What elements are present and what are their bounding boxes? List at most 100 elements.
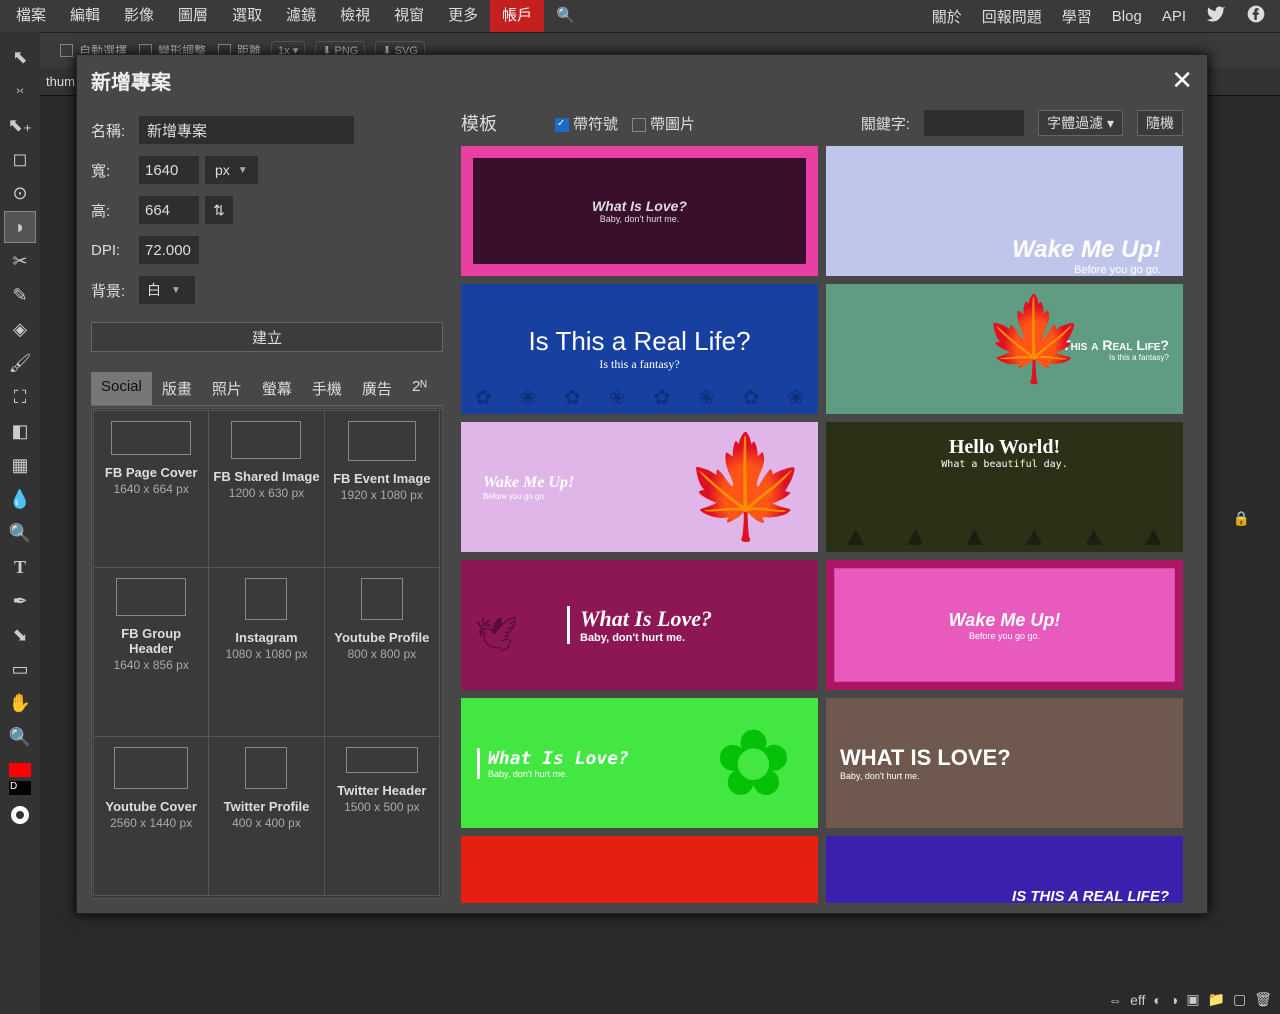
new-layer-icon[interactable]: ▢ <box>1233 991 1246 1008</box>
menu-image[interactable]: 影像 <box>112 0 166 32</box>
dpi-input[interactable] <box>139 236 199 264</box>
zoom-tool[interactable]: 🔍 <box>5 722 35 752</box>
twitter-icon[interactable] <box>1196 4 1236 28</box>
quick-select-tool[interactable]: ◗ <box>5 212 35 242</box>
template-item[interactable]: What Is Love?Baby, don't hurt me. <box>461 146 818 276</box>
template-item[interactable]: Wake Me Up!Before you go go. <box>826 146 1183 276</box>
hand-tool[interactable]: ✋ <box>5 688 35 718</box>
template-item[interactable]: What Is Love?Baby, don't hurt me. <box>826 698 1183 828</box>
template-item[interactable]: Hello World!What a beautiful day.▲▲▲▲▲▲ <box>826 422 1183 552</box>
preset-dimensions: 1080 x 1080 px <box>213 647 319 661</box>
pen-tool[interactable]: ✒ <box>5 586 35 616</box>
preset-name: Twitter Profile <box>213 799 319 814</box>
width-input[interactable] <box>139 156 199 184</box>
expand-tool[interactable]: ›‹ <box>5 76 35 106</box>
menu-api[interactable]: API <box>1152 8 1196 25</box>
background-select[interactable]: 白▼ <box>139 276 195 304</box>
cat-screen[interactable]: 螢幕 <box>252 372 302 405</box>
size-preset[interactable]: Youtube Cover 2560 x 1440 px <box>93 736 209 896</box>
size-preset[interactable]: FB Event Image 1920 x 1080 px <box>324 410 440 568</box>
size-preset[interactable]: Twitter Profile 400 x 400 px <box>208 736 324 896</box>
cat-social[interactable]: Social <box>91 372 152 405</box>
move-tool[interactable]: ⬉ <box>5 42 35 72</box>
marquee-tool[interactable]: ◻ <box>5 144 35 174</box>
brush-tool[interactable]: 🖌 <box>5 348 35 378</box>
adjustment-icon[interactable]: ◑ <box>1170 992 1178 1008</box>
unit-select[interactable]: px▼ <box>205 156 258 184</box>
menu-edit[interactable]: 編輯 <box>58 0 112 32</box>
menu-view[interactable]: 檢視 <box>328 0 382 32</box>
create-button[interactable]: 建立 <box>91 322 443 352</box>
dpi-label: DPI: <box>91 242 139 259</box>
random-button[interactable]: 隨機 <box>1137 110 1183 136</box>
patch-tool[interactable]: ◈ <box>5 314 35 344</box>
menu-select[interactable]: 選取 <box>220 0 274 32</box>
menu-file[interactable]: 檔案 <box>4 0 58 32</box>
name-input[interactable] <box>139 116 354 144</box>
facebook-icon[interactable] <box>1236 4 1276 28</box>
template-item[interactable]: 🌿Is This a Real Life?Is this a fantasy? <box>826 836 1183 903</box>
template-item[interactable]: What Is Love?Baby, don't hurt me. <box>461 836 818 903</box>
swap-dimensions-button[interactable]: ⇅ <box>205 196 233 224</box>
auto-select-checkbox[interactable] <box>60 44 73 57</box>
menu-layer[interactable]: 圖層 <box>166 0 220 32</box>
template-item[interactable]: 🕊What Is Love?Baby, don't hurt me. <box>461 560 818 690</box>
foreground-color[interactable] <box>8 762 32 778</box>
color-swatches[interactable]: D <box>8 762 32 796</box>
artboard-tool[interactable]: ⬉₊ <box>5 110 35 140</box>
dodge-tool[interactable]: 🔍 <box>5 518 35 548</box>
size-preset[interactable]: FB Page Cover 1640 x 664 px <box>93 410 209 568</box>
menu-report[interactable]: 回報問題 <box>972 6 1052 27</box>
dialog-title: 新增專案 <box>91 66 171 95</box>
lasso-tool[interactable]: ⊙ <box>5 178 35 208</box>
height-input[interactable] <box>139 196 199 224</box>
template-item[interactable]: Is This a Real Life?Is this a fantasy?✿❀… <box>461 284 818 414</box>
quick-mask-toggle[interactable] <box>11 806 29 824</box>
blur-tool[interactable]: 💧 <box>5 484 35 514</box>
template-item[interactable]: What Is Love?Baby, don't hurt me.✿ <box>461 698 818 828</box>
size-preset[interactable]: FB Shared Image 1200 x 630 px <box>208 410 324 568</box>
size-preset[interactable]: Twitter Header 1500 x 500 px <box>324 736 440 896</box>
mask-icon[interactable]: ◐ <box>1153 992 1161 1008</box>
preset-name: Youtube Profile <box>329 630 435 645</box>
effects-button[interactable]: eff <box>1130 992 1145 1008</box>
shape-tool[interactable]: ▭ <box>5 654 35 684</box>
size-preset[interactable]: FB Group Header 1640 x 856 px <box>93 567 209 738</box>
link-icon[interactable]: ⇔ <box>1108 992 1122 1008</box>
menu-account[interactable]: 帳戶 <box>490 0 544 32</box>
path-select-tool[interactable]: ⬊ <box>5 620 35 650</box>
group-icon[interactable]: ▣ <box>1186 991 1199 1008</box>
menu-blog[interactable]: Blog <box>1102 8 1152 25</box>
stamp-tool[interactable]: ⛶ <box>5 382 35 412</box>
cat-ads[interactable]: 廣告 <box>352 372 402 405</box>
menu-more[interactable]: 更多 <box>436 0 490 32</box>
gradient-tool[interactable]: ▦ <box>5 450 35 480</box>
search-icon[interactable]: 🔍 <box>544 0 587 32</box>
eraser-tool[interactable]: ◧ <box>5 416 35 446</box>
keyword-input[interactable] <box>924 110 1024 136</box>
template-item[interactable]: Wake Me Up!Before you go go. <box>826 560 1183 690</box>
folder-icon[interactable]: 📁 <box>1208 991 1225 1008</box>
trash-icon[interactable]: 🗑 <box>1254 991 1272 1008</box>
size-preset[interactable]: Youtube Profile 800 x 800 px <box>324 567 440 738</box>
cat-pow2[interactable]: 2ᴺ <box>402 372 437 405</box>
background-color[interactable]: D <box>8 780 32 796</box>
cat-print[interactable]: 版畫 <box>152 372 202 405</box>
menu-about[interactable]: 關於 <box>922 6 972 27</box>
cat-photo[interactable]: 照片 <box>202 372 252 405</box>
menu-filter[interactable]: 濾鏡 <box>274 0 328 32</box>
font-filter-button[interactable]: 字體過濾 ▾ <box>1038 110 1123 136</box>
with-symbols-option[interactable]: 帶符號 <box>555 113 618 134</box>
menu-learn[interactable]: 學習 <box>1052 6 1102 27</box>
menu-window[interactable]: 視窗 <box>382 0 436 32</box>
template-item[interactable]: Wake Me Up!Before you go go.🍁 <box>461 422 818 552</box>
size-preset[interactable]: Instagram 1080 x 1080 px <box>208 567 324 738</box>
eyedropper-tool[interactable]: ✎ <box>5 280 35 310</box>
crop-tool[interactable]: ✂ <box>5 246 35 276</box>
document-tab[interactable]: thum <box>46 74 75 89</box>
cat-mobile[interactable]: 手機 <box>302 372 352 405</box>
with-images-option[interactable]: 帶圖片 <box>632 113 695 134</box>
template-item[interactable]: 🍁Is This a Real Life?Is this a fantasy? <box>826 284 1183 414</box>
type-tool[interactable]: T <box>5 552 35 582</box>
close-button[interactable]: ✕ <box>1171 65 1193 96</box>
